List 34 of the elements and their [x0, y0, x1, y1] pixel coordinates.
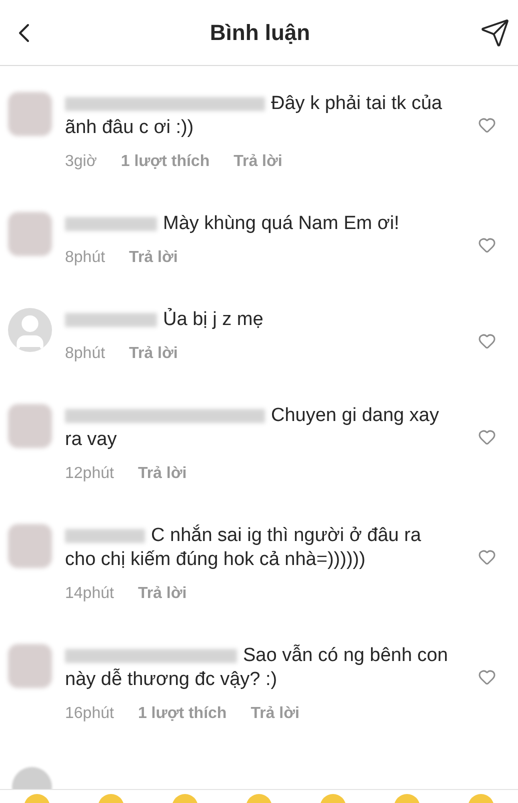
- reply-link[interactable]: Trả lời: [138, 462, 187, 486]
- comment-text: Mày khùng quá Nam Em ơi!: [65, 212, 465, 236]
- comment-time: 12phút: [65, 464, 114, 484]
- comment-time: 8phút: [65, 344, 106, 364]
- page-title: Bình luận: [210, 19, 310, 47]
- reply-link[interactable]: Trả lời: [129, 342, 178, 366]
- avatar-icon: [8, 524, 52, 568]
- like-count[interactable]: 1 lượt thích: [120, 150, 210, 174]
- avatar-icon: [8, 404, 52, 448]
- send-icon[interactable]: [480, 18, 510, 48]
- avatar-icon: [8, 92, 52, 136]
- comment-text: C nhắn sai ig thì người ở đâu ra cho chị kiếm đúng hok cả nhà=)))))): [65, 524, 422, 572]
- like-icon[interactable]: [478, 236, 496, 254]
- avatar-icon: [8, 308, 52, 352]
- comment-text: Ủa bị j z mẹ: [65, 308, 465, 332]
- avatar-icon: [8, 212, 52, 256]
- avatar-icon: [8, 644, 52, 688]
- comment-time: 16phút: [65, 704, 114, 724]
- comment-text: Chuyen gi dang xay ra vay: [65, 404, 440, 452]
- like-icon[interactable]: [478, 428, 496, 446]
- comment-time: 14phút: [65, 584, 114, 604]
- comment-text: Đây k phải tai tk của ãnh đâu c ơi :)): [65, 92, 444, 140]
- reply-link[interactable]: Trả lời: [138, 582, 187, 606]
- like-icon[interactable]: [478, 116, 496, 134]
- like-icon[interactable]: [478, 548, 496, 566]
- comment-time: 8phút: [65, 248, 106, 268]
- like-icon[interactable]: [478, 668, 496, 686]
- like-icon[interactable]: [478, 332, 496, 350]
- reply-link[interactable]: Trả lời: [234, 150, 282, 174]
- reply-link[interactable]: Trả lời: [129, 246, 178, 270]
- like-count[interactable]: 1 lượt thích: [138, 702, 227, 726]
- comment-text: Sao vẫn có ng bênh con này dễ thương đc vậy? :): [65, 644, 449, 692]
- reply-link[interactable]: Trả lời: [250, 702, 300, 726]
- comment-time: 3giờ: [65, 152, 97, 172]
